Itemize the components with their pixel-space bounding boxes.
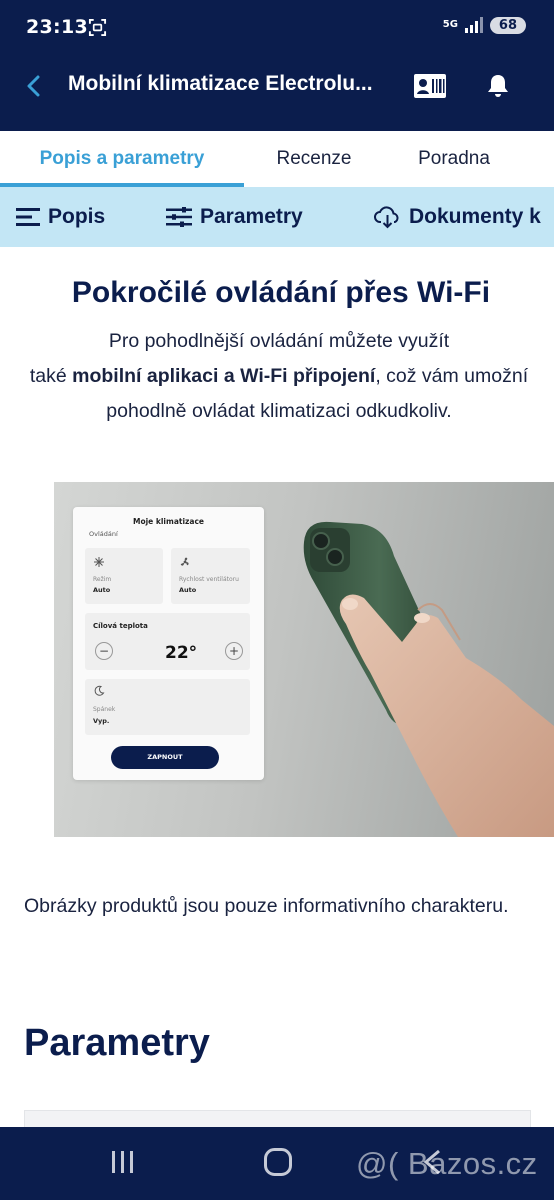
subnav-item-dokumenty[interactable]: Dokumenty k (374, 187, 541, 247)
mode-label: Režim (93, 576, 112, 583)
temp-minus-button: − (95, 642, 113, 660)
cloud-download-icon (374, 206, 399, 229)
bell-icon (488, 75, 508, 97)
fan-value: Auto (179, 586, 197, 594)
toolbar: Mobilní klimatizace Electrolu... (0, 56, 554, 120)
sliders-icon (166, 207, 192, 227)
watermark: @( Bazos.cz (356, 1146, 538, 1181)
temperature-value: 22° (165, 643, 198, 663)
app-header: 23:13 5G 68 Mobilní klimatizace Electrol… (0, 0, 554, 131)
contact-card-button[interactable] (412, 70, 448, 102)
back-button[interactable] (18, 70, 50, 102)
paragraph-line: Pro pohodlnější ovládání můžete využít (108, 330, 450, 352)
paragraph-text: také (29, 365, 73, 387)
mode-value: Auto (93, 586, 111, 594)
hand-holding-phone (303, 521, 554, 837)
image-disclaimer: Obrázky produktů jsou pouze informativní… (24, 895, 509, 917)
subnav-label: Popis (48, 205, 106, 228)
app-title: Moje klimatizace (132, 517, 204, 526)
menu-lines-icon (16, 208, 40, 226)
status-bar: 23:13 5G 68 (0, 0, 554, 56)
moon-icon (94, 685, 105, 696)
main-tabs: Popis a parametry Recenze Poradna (0, 131, 554, 187)
section-heading-wifi: Pokročilé ovládání přes Wi-Fi (71, 276, 491, 309)
product-image: Moje klimatizace Ovládání Režim Auto Ryc… (54, 482, 554, 837)
screenshot-icon (88, 18, 107, 37)
description-paragraph: Pro pohodlnější ovládání můžete využít t… (18, 324, 540, 429)
fan-label: Rychlost ventilátoru (179, 576, 239, 583)
section-heading-parametry: Parametry (24, 1022, 210, 1064)
status-right: 5G 68 (443, 16, 526, 34)
tab-popis-a-parametry[interactable]: Popis a parametry (0, 131, 244, 187)
recent-apps-icon (112, 1151, 133, 1173)
network-type: 5G (442, 19, 458, 30)
temperature-label: Cílová teplota (93, 622, 148, 630)
tab-recenze[interactable]: Recenze (244, 131, 384, 187)
fan-icon (180, 557, 189, 566)
contact-card-icon (414, 74, 446, 98)
temp-plus-button: + (225, 642, 243, 660)
notifications-button[interactable] (480, 68, 516, 104)
subnav-item-popis[interactable]: Popis (16, 187, 105, 247)
battery-indicator: 68 (489, 16, 526, 34)
temperature-tile: Cílová teplota − 22° + (85, 613, 250, 670)
sleep-tile: Spánek Vyp. (85, 679, 250, 735)
subnav-item-parametry[interactable]: Parametry (166, 187, 303, 247)
section-nav: Popis Parametry Dokumenty k (0, 187, 554, 247)
status-time: 23:13 (26, 16, 88, 38)
recent-apps-button[interactable] (101, 1145, 145, 1179)
subnav-label: Parametry (200, 205, 303, 228)
paragraph-bold: mobilní aplikaci a Wi-Fi připojení (72, 365, 376, 387)
sleep-value: Vyp. (93, 717, 110, 725)
home-icon (264, 1148, 292, 1176)
subnav-label: Dokumenty k (409, 205, 541, 228)
sleep-label: Spánek (93, 706, 116, 713)
app-screen-mockup: Moje klimatizace Ovládání Režim Auto Ryc… (73, 507, 264, 780)
back-arrow-icon (27, 75, 40, 97)
mode-icon (94, 557, 104, 567)
home-button[interactable] (256, 1145, 300, 1179)
page-title: Mobilní klimatizace Electrolu... (68, 72, 373, 95)
fan-tile: Rychlost ventilátoru Auto (171, 548, 250, 604)
signal-icon (464, 17, 483, 33)
tab-poradna[interactable]: Poradna (384, 131, 524, 187)
mode-tile: Režim Auto (85, 548, 163, 604)
app-section-label: Ovládání (89, 530, 118, 538)
power-on-button: ZAPNOUT (111, 746, 219, 769)
